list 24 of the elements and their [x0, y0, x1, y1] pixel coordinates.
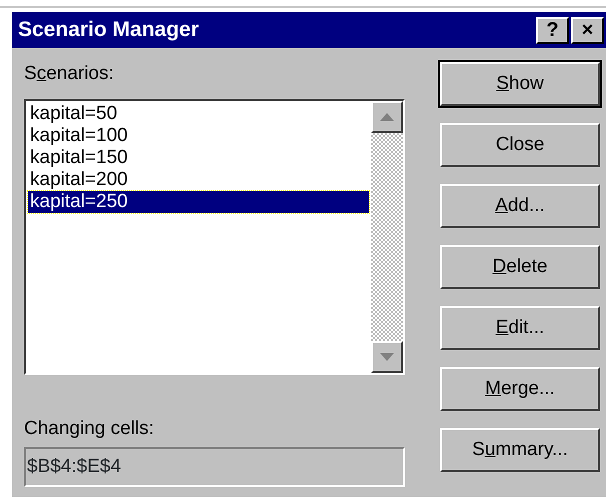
- scroll-down-button[interactable]: [371, 340, 403, 372]
- dialog-button[interactable]: Add...: [440, 184, 600, 228]
- dialog-button[interactable]: Summary...: [440, 428, 600, 472]
- scenarios-label: Scenarios:: [24, 62, 115, 86]
- scenarios-list[interactable]: kapital=50 kapital=100 kapital=150 kapital=200 kapital=250: [24, 98, 405, 374]
- list-item[interactable]: kapital=50: [28, 102, 369, 124]
- list-item[interactable]: kapital=250: [28, 190, 369, 212]
- up-arrow-icon: [380, 112, 394, 120]
- close-button[interactable]: ×: [571, 16, 604, 44]
- dialog-button[interactable]: Delete: [440, 245, 600, 289]
- dialog-button[interactable]: Edit...: [440, 306, 600, 350]
- list-item[interactable]: kapital=100: [28, 124, 369, 146]
- changing-cells-field: $B$4:$E$4: [24, 447, 405, 487]
- scrollbar[interactable]: [371, 100, 403, 372]
- changing-cells-label: Changing cells:: [24, 416, 155, 440]
- help-button[interactable]: ?: [536, 16, 569, 44]
- down-arrow-icon: [380, 352, 394, 360]
- dialog-button[interactable]: Merge...: [440, 367, 600, 411]
- list-item[interactable]: kapital=200: [28, 168, 369, 190]
- scroll-up-button[interactable]: [371, 100, 403, 132]
- window-title: Scenario Manager: [18, 17, 200, 44]
- list-item[interactable]: kapital=150: [28, 146, 369, 168]
- dialog-button[interactable]: Close: [440, 123, 600, 167]
- dialog-button[interactable]: Show: [440, 62, 600, 106]
